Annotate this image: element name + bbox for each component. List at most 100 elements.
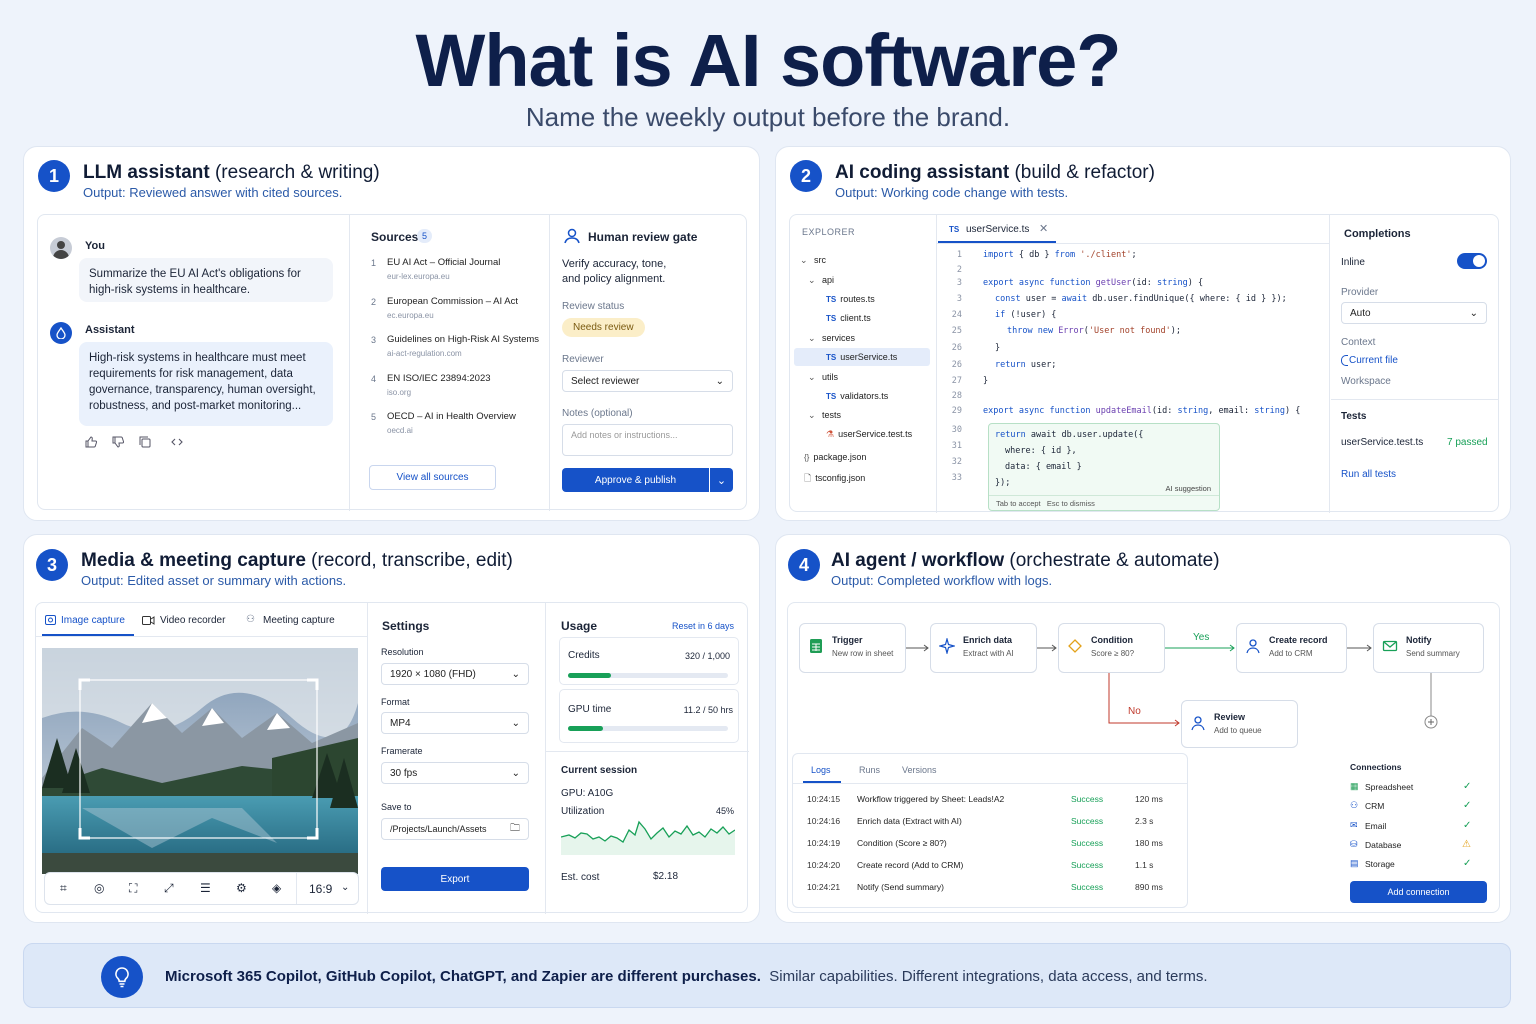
review-desc-line1: Verify accuracy, tone, <box>562 258 667 270</box>
explorer-item-label: tsconfig.json <box>815 473 866 483</box>
explorer-folder[interactable]: ⌄ tests <box>808 410 841 421</box>
regenerate-icon[interactable] <box>170 435 184 449</box>
log-row[interactable]: 10:24:21 Notify (Send summary) Success 890 … <box>793 882 1187 898</box>
code-line: export async function updateEmail(id: st… <box>983 406 1301 416</box>
folder-icon[interactable]: 🗀 <box>510 821 520 838</box>
connection-name: Email <box>1365 820 1387 831</box>
review-status-label: Review status <box>562 301 625 312</box>
connection-item[interactable]: ⛁ Database ⚠ <box>1350 839 1490 853</box>
erase-icon[interactable]: ◈ <box>272 881 281 895</box>
framerate-select[interactable]: 30 fps ⌄ <box>381 762 529 784</box>
approve-publish-button[interactable]: Approve & publish <box>562 468 709 492</box>
card-title: LLM assistant (research & writing) <box>83 162 380 183</box>
explorer-folder[interactable]: ⌄ src <box>800 255 826 266</box>
card-llm-assistant: 1 LLM assistant (research & writing) Out… <box>23 146 760 521</box>
card-number: 3 <box>36 549 68 581</box>
source-item[interactable]: 2 European Commission – AI Act ec.europa.e… <box>371 296 546 328</box>
connection-item[interactable]: ▤ Storage ✓ <box>1350 858 1490 872</box>
explorer-folder[interactable]: ⌄ services <box>808 333 855 344</box>
log-message: Notify (Send summary) <box>857 882 944 892</box>
copy-icon[interactable] <box>138 435 152 449</box>
connection-item[interactable]: ⚇ CRM ✓ <box>1350 800 1490 814</box>
image-edit-toolbar: ⌗ ◎ ⛶ ⤢ ☰ ⚙ ◈ 16:9 ⌄ <box>44 872 359 905</box>
format-select[interactable]: MP4 ⌄ <box>381 712 529 734</box>
focus-icon[interactable]: ⛶ <box>129 881 137 896</box>
log-row[interactable]: 10:24:19 Condition (Score ≥ 80?) Success 18… <box>793 838 1187 854</box>
tab-versions[interactable]: Versions <box>902 765 937 775</box>
run-all-tests-link[interactable]: Run all tests <box>1341 469 1396 480</box>
notes-textarea[interactable]: Add notes or instructions... <box>562 424 733 456</box>
explorer-title: EXPLORER <box>802 227 856 237</box>
page-subtitle: Name the weekly output before the brand. <box>525 102 1011 132</box>
context-current-file-option[interactable]: Current file <box>1341 355 1398 366</box>
file-icon: 🗋 <box>804 473 812 483</box>
est-cost-value: $2.18 <box>653 871 679 882</box>
thumbs-up-icon[interactable] <box>84 435 98 449</box>
log-row[interactable]: 10:24:16 Enrich data (Extract with AI) Suc… <box>793 816 1187 832</box>
add-connection-button[interactable]: Add connection <box>1350 881 1487 903</box>
media-app-panel: Image capture Video recorder ⚇ Meeting c… <box>35 602 749 914</box>
approve-options-button[interactable]: ⌄ <box>710 468 733 492</box>
source-item[interactable]: 3 Guidelines on High-Risk AI Systems ai-ac… <box>371 334 546 366</box>
explorer-file[interactable]: 🗋 tsconfig.json <box>804 471 865 487</box>
chevron-down-icon: ⌄ <box>800 255 808 265</box>
sources-title: Sources <box>371 230 419 244</box>
explorer-file[interactable]: ⚗ userService.test.ts <box>826 429 912 440</box>
resolution-select[interactable]: 1920 × 1080 (FHD) ⌄ <box>381 663 529 685</box>
editor-tab[interactable]: TS userService.ts ✕ <box>938 215 1056 243</box>
explorer-file[interactable]: TS routes.ts <box>826 294 875 304</box>
adjust-icon[interactable]: ◎ <box>94 881 104 895</box>
close-tab-icon[interactable]: ✕ <box>1039 222 1048 235</box>
lightbulb-icon <box>101 956 143 998</box>
check-icon: ✓ <box>1463 858 1472 870</box>
tab-image-capture[interactable]: Image capture <box>42 603 134 636</box>
tab-meeting-capture[interactable]: ⚇ Meeting capture <box>246 603 351 636</box>
connection-item[interactable]: ✉ Email ✓ <box>1350 820 1490 834</box>
tab-logs[interactable]: Logs <box>811 765 831 775</box>
connection-item[interactable]: ▦ Spreadsheet ✓ <box>1350 781 1490 795</box>
explorer-folder[interactable]: ⌄ utils <box>808 372 838 383</box>
tab-video-recorder[interactable]: Video recorder <box>142 603 234 636</box>
gpu-box: GPU time 11.2 / 50 hrs <box>559 689 739 743</box>
explorer-file[interactable]: TS validators.ts <box>826 391 888 401</box>
code-line: } <box>995 343 1001 353</box>
provider-select[interactable]: Auto ⌄ <box>1341 302 1487 324</box>
ai-enhance-icon[interactable]: ⚙ <box>236 881 247 895</box>
source-item[interactable]: 5 OECD – AI in Health Overview oecd.ai <box>371 411 546 443</box>
connections-panel: Connections ▦ Spreadsheet ✓ ⚇ CRM ✓ ✉ Email ✓ ⛁ Da… <box>1339 753 1495 908</box>
check-icon: ✓ <box>1463 819 1472 831</box>
save-path-input[interactable]: /Projects/Launch/Assets 🗀 <box>381 818 529 840</box>
source-number: 4 <box>371 373 377 384</box>
tab-runs[interactable]: Runs <box>859 765 880 775</box>
log-row[interactable]: 10:24:15 Workflow triggered by Sheet: Lea… <box>793 794 1187 810</box>
crop-icon[interactable]: ⌗ <box>60 881 67 896</box>
context-workspace-option[interactable]: Workspace <box>1341 376 1391 387</box>
explorer-item-label: src <box>814 255 826 265</box>
aspect-ratio-select[interactable]: 16:9 <box>309 882 332 896</box>
ai-suggestion-box[interactable]: return await db.user.update({ where: { i… <box>988 423 1220 511</box>
expand-icon[interactable]: ⤢ <box>164 881 174 896</box>
log-duration: 180 ms <box>1135 838 1163 848</box>
thumbs-down-icon[interactable] <box>111 435 125 449</box>
explorer-file[interactable]: {} package.json <box>804 452 866 462</box>
card-number: 4 <box>788 549 820 581</box>
source-title: EU AI Act – Official Journal <box>387 257 501 268</box>
explorer-file[interactable]: TS userService.ts <box>826 352 897 362</box>
format-label: Format <box>381 697 410 707</box>
sliders-icon[interactable]: ☰ <box>200 881 211 895</box>
line-number: 30 <box>951 425 962 435</box>
explorer-item-label: routes.ts <box>840 294 875 304</box>
source-item[interactable]: 4 EN ISO/IEC 23894:2023 iso.org <box>371 373 546 405</box>
framerate-label: Framerate <box>381 746 423 756</box>
export-button[interactable]: Export <box>381 867 529 891</box>
view-all-sources-button[interactable]: View all sources <box>369 465 496 490</box>
inline-toggle[interactable] <box>1457 253 1487 269</box>
test-file: userService.test.ts <box>1341 437 1424 448</box>
mail-icon: ✉ <box>1350 819 1358 830</box>
log-row[interactable]: 10:24:20 Create record (Add to CRM) Succes… <box>793 860 1187 876</box>
explorer-file[interactable]: TS client.ts <box>826 313 871 323</box>
explorer-folder[interactable]: ⌄ api <box>808 275 834 286</box>
source-item[interactable]: 1 EU AI Act – Official Journal eur-lex.eur… <box>371 257 546 289</box>
reviewer-select[interactable]: Select reviewer ⌄ <box>562 370 733 392</box>
branch-no-label: No <box>1128 706 1141 717</box>
